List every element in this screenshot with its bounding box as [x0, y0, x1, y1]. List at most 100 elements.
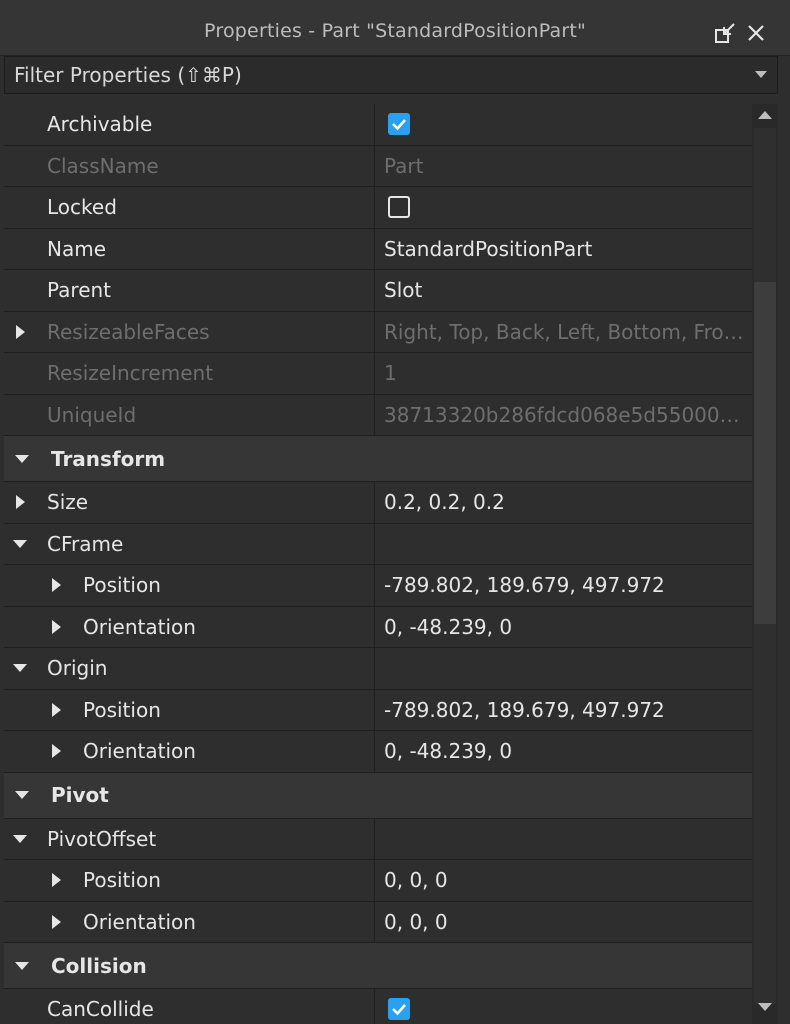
properties-grid: Archivable ClassName Part LockedName Standar…	[4, 104, 752, 1024]
property-row-position[interactable]: Position -789.802, 189.679, 497.972	[4, 690, 752, 732]
chevron-down-icon[interactable]	[755, 71, 767, 79]
property-name-cell: ResizeableFaces	[4, 312, 375, 353]
property-value-cell[interactable]	[376, 648, 752, 689]
section-header-transform[interactable]: Transform	[4, 436, 752, 482]
expand-right-icon[interactable]	[16, 325, 25, 339]
expand-right-icon[interactable]	[52, 578, 61, 592]
property-value-cell[interactable]	[376, 989, 752, 1024]
property-row-cancollide[interactable]: CanCollide	[4, 989, 752, 1024]
property-row-classname[interactable]: ClassName Part	[4, 146, 752, 188]
property-row-orientation[interactable]: Orientation0, -48.239, 0	[4, 607, 752, 649]
property-value-cell[interactable]	[376, 187, 752, 228]
expand-right-icon[interactable]	[52, 620, 61, 634]
property-row-size[interactable]: Size0.2, 0.2, 0.2	[4, 482, 752, 524]
property-value-cell[interactable]	[376, 524, 752, 565]
property-name: PivotOffset	[47, 827, 156, 851]
expand-right-icon[interactable]	[52, 703, 61, 717]
property-name-cell: CanCollide	[4, 989, 375, 1024]
property-value-cell[interactable]: Right, Top, Back, Left, Bottom, Front	[376, 312, 752, 353]
property-name: Orientation	[83, 910, 196, 934]
close-icon[interactable]	[745, 22, 767, 44]
title-bar: Properties - Part "StandardPositionPart"	[0, 0, 790, 56]
property-row-locked[interactable]: Locked	[4, 187, 752, 229]
checkbox-checked[interactable]	[388, 113, 410, 135]
property-name-cell: Orientation	[4, 607, 375, 648]
property-name-cell: Orientation	[4, 902, 375, 943]
checkbox-unchecked[interactable]	[388, 196, 410, 218]
property-value: -789.802, 189.679, 497.972	[384, 698, 665, 722]
checkmark-icon	[388, 998, 410, 1020]
property-name-cell: Transform	[4, 436, 752, 481]
property-row-resizeablefaces[interactable]: ResizeableFaces Right, Top, Back, Left, B…	[4, 312, 752, 354]
property-value-cell[interactable]	[376, 104, 752, 145]
property-name-cell: ClassName	[4, 146, 375, 187]
property-value-cell[interactable]: Part	[376, 146, 752, 187]
property-value: Right, Top, Back, Left, Bottom, Front	[384, 320, 744, 344]
scroll-thumb[interactable]	[754, 282, 776, 624]
checkmark-icon	[388, 113, 410, 135]
property-name: UniqueId	[47, 403, 136, 427]
property-row-orientation[interactable]: Orientation0, -48.239, 0	[4, 731, 752, 773]
property-value: 0, 0, 0	[384, 868, 448, 892]
property-value-cell[interactable]: 0, -48.239, 0	[376, 731, 752, 772]
property-name: Archivable	[47, 112, 152, 136]
vertical-scrollbar[interactable]	[752, 104, 778, 1024]
property-value-cell[interactable]	[376, 819, 752, 860]
scroll-up-icon[interactable]	[758, 110, 772, 120]
expand-down-icon[interactable]	[15, 962, 29, 971]
property-row-position[interactable]: Position 0, 0, 0	[4, 860, 752, 902]
expand-right-icon[interactable]	[52, 873, 61, 887]
section-header-collision[interactable]: Collision	[4, 943, 752, 989]
property-row-archivable[interactable]: Archivable	[4, 104, 752, 146]
property-name: ClassName	[47, 154, 159, 178]
property-value-cell[interactable]: -789.802, 189.679, 497.972	[376, 565, 752, 606]
property-value-cell[interactable]: 0, 0, 0	[376, 902, 752, 943]
property-value-cell[interactable]: Slot	[376, 270, 752, 311]
expand-down-icon[interactable]	[15, 791, 29, 800]
property-row-resizeincrement[interactable]: ResizeIncrement1	[4, 353, 752, 395]
expand-right-icon[interactable]	[16, 495, 25, 509]
property-name-cell: Collision	[4, 943, 752, 988]
scroll-down-icon[interactable]	[758, 1002, 772, 1012]
expand-right-icon[interactable]	[52, 915, 61, 929]
dock-icon[interactable]	[714, 22, 736, 44]
section-header-pivot[interactable]: Pivot	[4, 773, 752, 819]
filter-placeholder: Filter Properties (⇧⌘P)	[14, 63, 242, 87]
checkbox-checked[interactable]	[388, 998, 410, 1020]
property-name-cell: Position	[4, 690, 375, 731]
property-value-cell[interactable]: StandardPositionPart	[376, 229, 752, 270]
property-value: Part	[384, 154, 423, 178]
expand-down-icon[interactable]	[13, 835, 27, 844]
expand-right-icon[interactable]	[52, 744, 61, 758]
property-name: CFrame	[47, 532, 123, 556]
property-row-parent[interactable]: ParentSlot	[4, 270, 752, 312]
section-title: Transform	[51, 447, 165, 471]
property-row-position[interactable]: Position -789.802, 189.679, 497.972	[4, 565, 752, 607]
property-value-cell[interactable]: 38713320b286fdcd068e5d550000…	[376, 395, 752, 436]
property-row-orientation[interactable]: Orientation 0, 0, 0	[4, 902, 752, 944]
property-value: Slot	[384, 278, 422, 302]
property-row-name[interactable]: Name StandardPositionPart	[4, 229, 752, 271]
filter-properties-input[interactable]: Filter Properties (⇧⌘P)	[4, 56, 778, 94]
property-name: Position	[83, 573, 161, 597]
property-row-pivotoffset[interactable]: PivotOffset	[4, 819, 752, 861]
expand-down-icon[interactable]	[13, 540, 27, 549]
property-row-uniqueid[interactable]: UniqueId 38713320b286fdcd068e5d550000…	[4, 395, 752, 437]
property-value-cell[interactable]: 0.2, 0.2, 0.2	[376, 482, 752, 523]
property-value-cell[interactable]: 1	[376, 353, 752, 394]
property-value: 0, 0, 0	[384, 910, 448, 934]
property-value-cell[interactable]: -789.802, 189.679, 497.972	[376, 690, 752, 731]
property-name-cell: Name	[4, 229, 375, 270]
expand-down-icon[interactable]	[15, 455, 29, 464]
property-name-cell: Position	[4, 860, 375, 901]
property-value-cell[interactable]: 0, 0, 0	[376, 860, 752, 901]
property-value: StandardPositionPart	[384, 237, 592, 261]
property-name-cell: Pivot	[4, 773, 752, 818]
property-row-cframe[interactable]: CFrame	[4, 524, 752, 566]
property-value: 1	[384, 361, 397, 385]
property-name-cell: Archivable	[4, 104, 375, 145]
expand-down-icon[interactable]	[13, 664, 27, 673]
property-value-cell[interactable]: 0, -48.239, 0	[376, 607, 752, 648]
property-name-cell: Size	[4, 482, 375, 523]
property-row-origin[interactable]: Origin	[4, 648, 752, 690]
